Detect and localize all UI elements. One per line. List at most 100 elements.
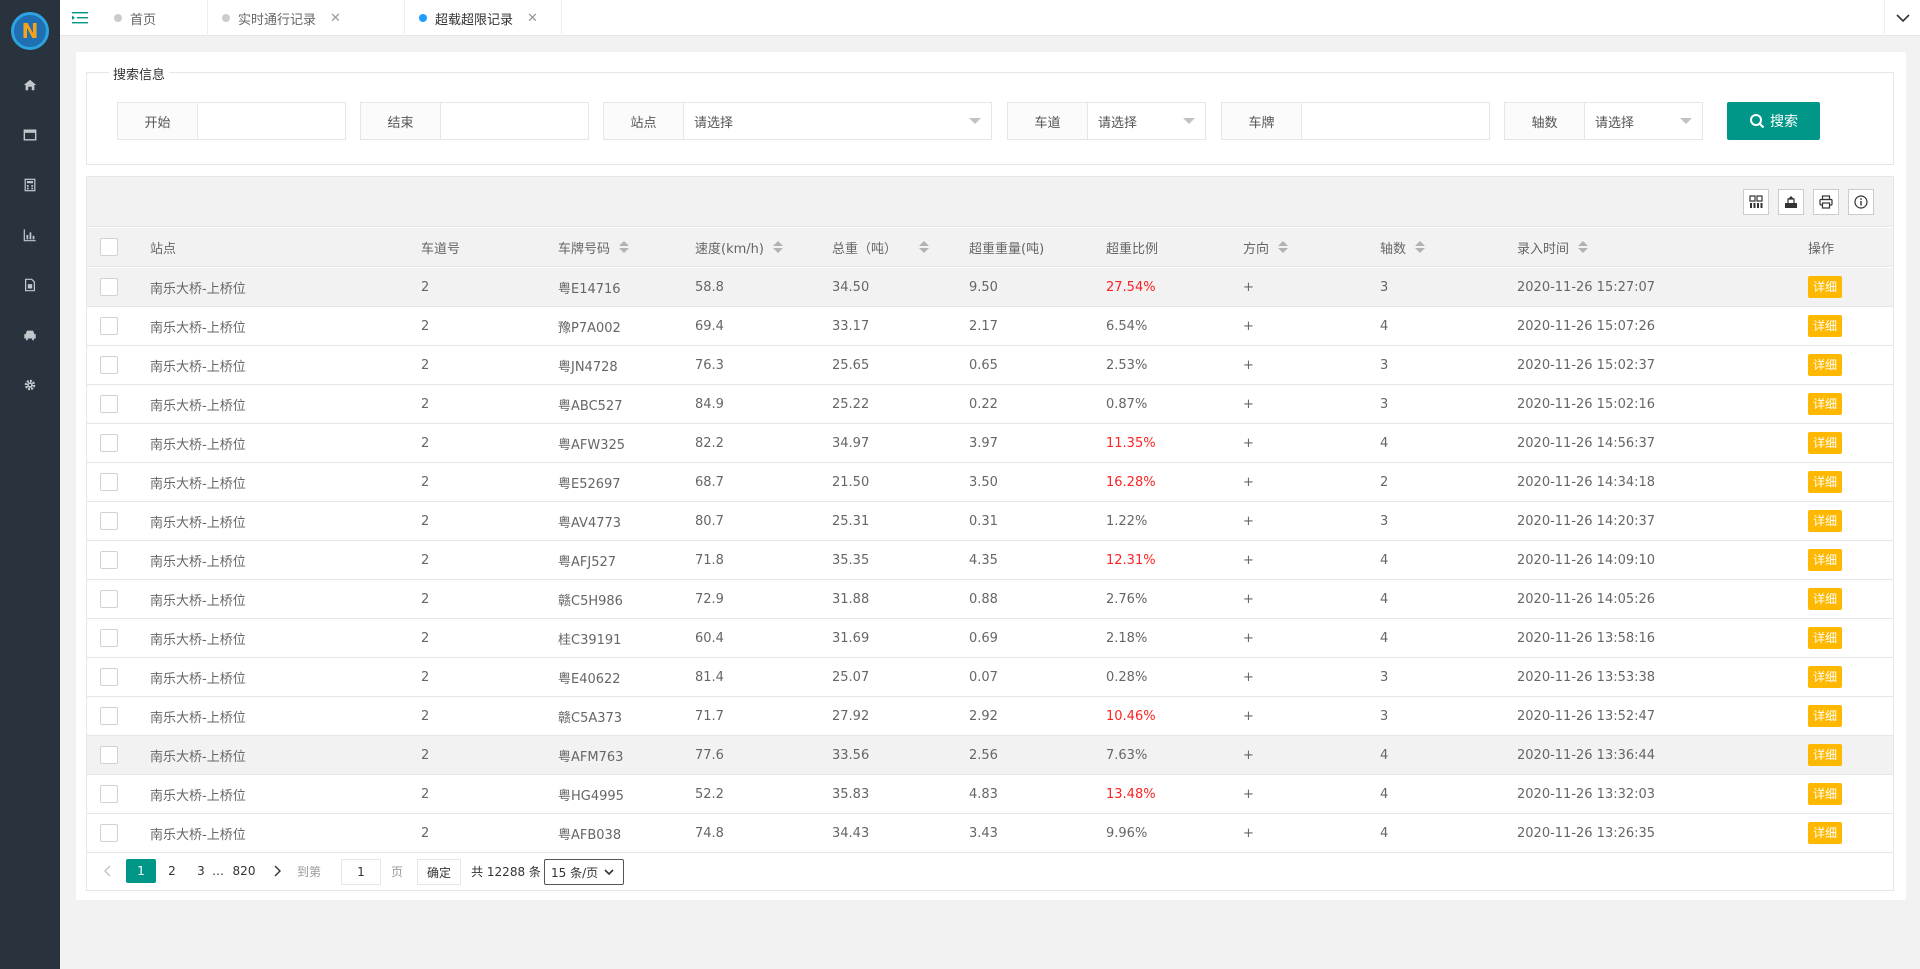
sort-icon[interactable] <box>619 241 630 253</box>
row-checkbox[interactable] <box>100 434 118 452</box>
sort-icon[interactable] <box>919 241 930 253</box>
sort-icon[interactable] <box>1415 241 1426 253</box>
tab-home[interactable]: 首页 <box>100 0 208 36</box>
col-plate[interactable]: 车牌号码 <box>558 228 630 266</box>
detail-button[interactable]: 详细 <box>1808 822 1843 844</box>
chevron-down-icon[interactable] <box>1884 0 1920 36</box>
col-direction[interactable]: 方向 <box>1243 228 1289 266</box>
sort-icon[interactable] <box>1278 241 1289 253</box>
calculator-icon[interactable] <box>0 170 60 200</box>
row-checkbox[interactable] <box>100 785 118 803</box>
row-checkbox[interactable] <box>100 707 118 725</box>
detail-button[interactable]: 详细 <box>1808 549 1843 571</box>
plate-input[interactable] <box>1312 103 1489 139</box>
page-1[interactable]: 1 <box>126 859 156 883</box>
bar-chart-icon[interactable] <box>0 220 60 250</box>
detail-button[interactable]: 详细 <box>1808 354 1843 376</box>
end-date-field[interactable]: 结束 <box>360 102 589 140</box>
detail-button[interactable]: 详细 <box>1808 588 1843 610</box>
car-icon[interactable] <box>0 320 60 350</box>
sort-icon[interactable] <box>772 241 783 253</box>
row-checkbox[interactable] <box>100 629 118 647</box>
col-axles[interactable]: 轴数 <box>1380 228 1426 266</box>
start-date-field[interactable]: 开始 <box>117 102 346 140</box>
cell-entry-time: 2020-11-26 15:07:26 <box>1517 318 1656 334</box>
table-row[interactable]: 南乐大桥-上桥位 2 粤JN4728 76.3 25.65 0.65 2.53% +3 2020… <box>87 346 1893 385</box>
table-row[interactable]: 南乐大桥-上桥位 2 赣C5H986 72.9 31.88 0.88 2.76% +4 2020… <box>87 580 1893 619</box>
detail-button[interactable]: 详细 <box>1808 744 1843 766</box>
table-row[interactable]: 南乐大桥-上桥位 2 粤HG4995 52.2 35.83 4.83 13.48% +4 202… <box>87 775 1893 814</box>
detail-button[interactable]: 详细 <box>1808 276 1843 298</box>
detail-button[interactable]: 详细 <box>1808 393 1843 415</box>
station-select[interactable]: 站点 请选择 <box>603 102 992 140</box>
table-row[interactable]: 南乐大桥-上桥位 2 粤AFW325 82.2 34.97 3.97 11.35% +4 202… <box>87 424 1893 463</box>
table-row[interactable]: 南乐大桥-上桥位 2 桂C39191 60.4 31.69 0.69 2.18% +4 2020… <box>87 619 1893 658</box>
lane-select[interactable]: 车道 请选择 <box>1007 102 1206 140</box>
home-icon[interactable] <box>0 70 60 100</box>
page-2[interactable]: 2 <box>161 859 183 883</box>
table-row[interactable]: 南乐大桥-上桥位 2 粤ABC527 84.9 25.22 0.22 0.87% +3 2020… <box>87 385 1893 424</box>
row-checkbox[interactable] <box>100 668 118 686</box>
next-page-icon[interactable] <box>270 859 286 883</box>
gear-icon[interactable] <box>0 370 60 400</box>
axle-select[interactable]: 轴数 请选择 <box>1504 102 1703 140</box>
tab-realtime-records[interactable]: 实时通行记录 ✕ <box>208 0 405 36</box>
document-icon[interactable] <box>0 270 60 300</box>
table-row[interactable]: 南乐大桥-上桥位 2 粤AFM763 77.6 33.56 2.56 7.63% +4 2020… <box>87 736 1893 775</box>
plate-field[interactable]: 车牌 <box>1221 102 1490 140</box>
table-row[interactable]: 南乐大桥-上桥位 2 赣C5A373 71.7 27.92 2.92 10.46% +3 202… <box>87 697 1893 736</box>
cell-total-weight: 25.31 <box>832 513 870 529</box>
tab-overload-records[interactable]: 超载超限记录 ✕ <box>405 0 562 36</box>
menu-toggle-icon[interactable] <box>60 0 100 36</box>
col-speed[interactable]: 速度(km/h) <box>695 228 783 266</box>
table-row[interactable]: 南乐大桥-上桥位 2 粤AFJ527 71.8 35.35 4.35 12.31% +4 202… <box>87 541 1893 580</box>
row-checkbox[interactable] <box>100 317 118 335</box>
detail-button[interactable]: 详细 <box>1808 510 1843 532</box>
row-checkbox[interactable] <box>100 395 118 413</box>
end-input[interactable] <box>451 103 588 139</box>
row-checkbox[interactable] <box>100 590 118 608</box>
row-checkbox[interactable] <box>100 824 118 842</box>
table-row[interactable]: 南乐大桥-上桥位 2 粤E52697 68.7 21.50 3.50 16.28% +2 202… <box>87 463 1893 502</box>
page-last[interactable]: 820 <box>227 859 261 883</box>
window-icon[interactable] <box>0 120 60 150</box>
close-icon[interactable]: ✕ <box>527 11 538 26</box>
export-icon[interactable] <box>1778 189 1804 215</box>
table-row[interactable]: 南乐大桥-上桥位 2 豫P7A002 69.4 33.17 2.17 6.54% +4 2020… <box>87 307 1893 346</box>
columns-icon[interactable] <box>1743 189 1769 215</box>
page-3[interactable]: 3 <box>190 859 212 883</box>
row-checkbox[interactable] <box>100 473 118 491</box>
cell-over-weight: 3.50 <box>969 474 998 490</box>
row-checkbox[interactable] <box>100 512 118 530</box>
prev-page-icon[interactable] <box>99 859 115 883</box>
app-logo[interactable]: N <box>11 12 49 50</box>
print-icon[interactable] <box>1813 189 1839 215</box>
page-size-select[interactable]: 15 条/页 <box>544 859 624 885</box>
detail-button[interactable]: 详细 <box>1808 783 1843 805</box>
row-checkbox[interactable] <box>100 746 118 764</box>
detail-button[interactable]: 详细 <box>1808 315 1843 337</box>
row-checkbox[interactable] <box>100 551 118 569</box>
col-total-weight[interactable]: 总重（吨） <box>832 228 930 266</box>
detail-button[interactable]: 详细 <box>1808 705 1843 727</box>
detail-button[interactable]: 详细 <box>1808 666 1843 688</box>
table-row[interactable]: 南乐大桥-上桥位 2 粤AV4773 80.7 25.31 0.31 1.22% +3 2020… <box>87 502 1893 541</box>
goto-page-input[interactable]: 1 <box>341 859 381 885</box>
table-row[interactable]: 南乐大桥-上桥位 2 粤AFB038 74.8 34.43 3.43 9.96% +4 2020… <box>87 814 1893 853</box>
goto-label: 到第 <box>296 864 321 879</box>
info-icon[interactable] <box>1848 189 1874 215</box>
detail-button[interactable]: 详细 <box>1808 471 1843 493</box>
col-entry-time[interactable]: 录入时间 <box>1517 228 1589 266</box>
table-row[interactable]: 南乐大桥-上桥位 2 粤E14716 58.8 34.50 9.50 27.54% +3 202… <box>87 268 1893 307</box>
table-row[interactable]: 南乐大桥-上桥位 2 粤E40622 81.4 25.07 0.07 0.28% +3 2020… <box>87 658 1893 697</box>
row-checkbox[interactable] <box>100 356 118 374</box>
confirm-button[interactable]: 确定 <box>417 859 461 885</box>
detail-button[interactable]: 详细 <box>1808 627 1843 649</box>
close-icon[interactable]: ✕ <box>330 11 341 26</box>
sort-icon[interactable] <box>1578 241 1589 253</box>
start-input[interactable] <box>208 103 345 139</box>
search-button[interactable]: 搜索 <box>1727 102 1820 140</box>
detail-button[interactable]: 详细 <box>1808 432 1843 454</box>
row-checkbox[interactable] <box>100 278 118 296</box>
select-all-checkbox[interactable] <box>100 238 118 256</box>
